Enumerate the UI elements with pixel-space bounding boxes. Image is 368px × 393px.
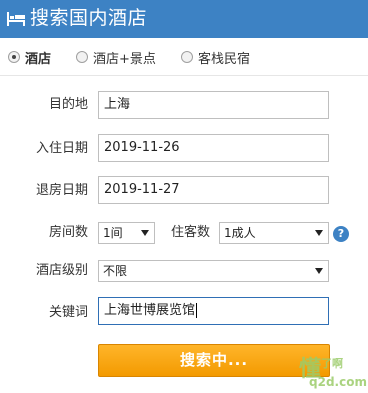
bed-icon xyxy=(7,12,25,26)
destination-label: 目的地 xyxy=(48,97,88,112)
keyword-input[interactable]: 上海世博展览馆 xyxy=(98,297,329,325)
keyword-label: 关键词 xyxy=(48,305,88,320)
page-title: 搜索国内酒店 xyxy=(30,7,148,29)
watermark-small-text: 了啊 xyxy=(321,357,343,370)
rooms-label: 房间数 xyxy=(48,225,88,240)
watermark-logo: 懂 了啊 q2d.com xyxy=(299,353,367,391)
watermark-domain: q2d.com xyxy=(309,375,367,389)
keyword-value: 上海世博展览馆 xyxy=(104,303,196,318)
star-level-select[interactable]: 不限 xyxy=(98,260,329,282)
header-bar: 搜索国内酒店 xyxy=(0,0,368,38)
tab-inn[interactable]: 客栈民宿 xyxy=(181,38,250,76)
radio-hotel[interactable] xyxy=(8,51,20,63)
star-level-value: 不限 xyxy=(103,264,128,278)
guests-dropdown-arrow-icon xyxy=(315,230,323,236)
star-level-dropdown-arrow-icon xyxy=(315,268,323,274)
guests-label: 住客数 xyxy=(170,225,210,240)
radio-inn[interactable] xyxy=(181,51,193,63)
search-type-tabs: 酒店 酒店+景点 客栈民宿 xyxy=(0,38,368,76)
checkout-label: 退房日期 xyxy=(35,183,88,198)
help-icon[interactable]: ? xyxy=(333,226,349,242)
tab-hotel[interactable]: 酒店 xyxy=(8,38,51,76)
destination-input[interactable]: 上海 xyxy=(98,91,329,119)
rooms-value: 1间 xyxy=(103,226,123,240)
text-cursor xyxy=(196,303,198,318)
tab-hotel-attraction[interactable]: 酒店+景点 xyxy=(76,38,156,76)
checkout-date-input[interactable]: 2019-11-27 xyxy=(98,176,329,204)
tab-hotel-attraction-label: 酒店+景点 xyxy=(93,51,156,67)
checkin-date-input[interactable]: 2019-11-26 xyxy=(98,134,329,162)
tab-inn-label: 客栈民宿 xyxy=(198,51,251,67)
search-button[interactable]: 搜索中... xyxy=(98,344,330,377)
guests-select[interactable]: 1成人 xyxy=(219,222,329,244)
checkin-label: 入住日期 xyxy=(35,141,88,156)
tab-hotel-label: 酒店 xyxy=(25,51,52,67)
guests-value: 1成人 xyxy=(224,226,256,240)
star-level-label: 酒店级别 xyxy=(35,263,88,278)
radio-hotel-attraction[interactable] xyxy=(76,51,88,63)
